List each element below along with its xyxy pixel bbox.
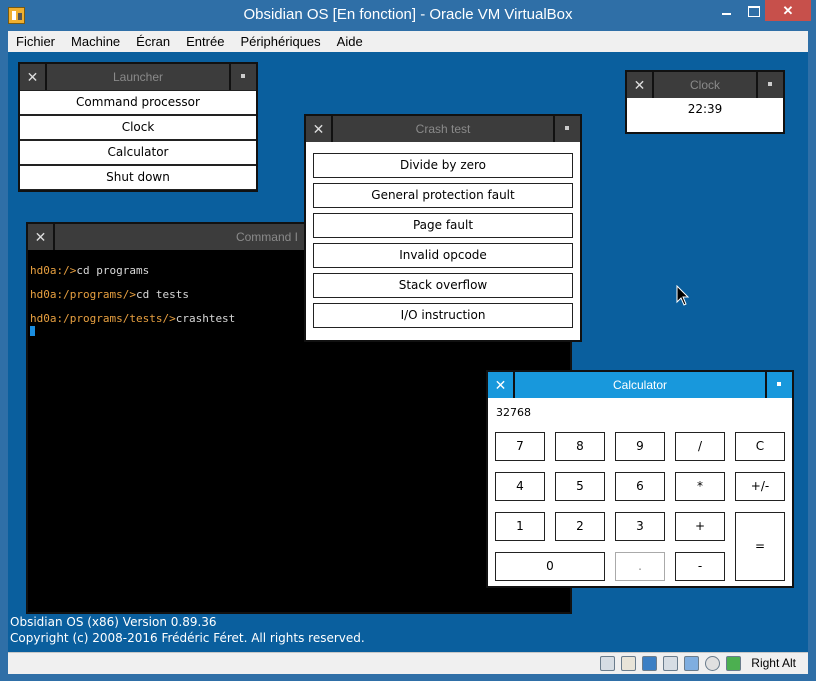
minimize-button[interactable] [712,0,740,21]
calc-key-add[interactable]: + [675,512,725,541]
launcher-title: Launcher [112,70,164,84]
launcher-window: ✕ Launcher Command processor Clock Calcu… [18,62,258,192]
io-instruction-button[interactable]: I/O instruction [313,303,573,328]
console-line: hd0a:/programs/>cd tests [30,288,189,301]
clock-title: Clock [689,78,720,92]
copyright: Copyright (c) 2008-2016 Frédéric Féret. … [10,631,365,645]
calc-key-0[interactable]: 0 [495,552,605,581]
calculator-display: 32768 [496,406,531,419]
calc-key-2[interactable]: 2 [555,512,605,541]
calc-key-1[interactable]: 1 [495,512,545,541]
menu-machine[interactable]: Machine [63,31,128,52]
virtualbox-window: Obsidian OS [En fonction] - Oracle VM Vi… [0,0,816,681]
stack-overflow-button[interactable]: Stack overflow [313,273,573,298]
os-version: Obsidian OS (x86) Version 0.89.36 [10,615,217,629]
display-icon[interactable] [642,656,657,671]
calc-key-negate[interactable]: +/- [735,472,785,501]
host-status-bar: Right Alt [8,652,808,674]
clock-close-icon[interactable]: ✕ [627,72,654,98]
calc-key-8[interactable]: 8 [555,432,605,461]
page-fault-button[interactable]: Page fault [313,213,573,238]
calculator-window: ✕ Calculator 32768 7 8 9 / C 4 5 6 * +/-… [486,370,794,588]
console-prompt: hd0a:/programs/> [30,288,136,301]
menu-fichier[interactable]: Fichier [8,31,63,52]
optical-drive-icon[interactable] [705,656,720,671]
launcher-item-clock[interactable]: Clock [20,115,256,140]
mouse-integration-icon[interactable] [726,656,741,671]
console-line: hd0a:/>cd programs [30,264,149,277]
calc-key-multiply[interactable]: * [675,472,725,501]
launcher-item-calculator[interactable]: Calculator [20,140,256,165]
crash-test-window: ✕ Crash test Divide by zero General prot… [304,114,582,342]
calc-key-9[interactable]: 9 [615,432,665,461]
crash-test-close-icon[interactable]: ✕ [306,116,333,142]
calc-key-clear[interactable]: C [735,432,785,461]
console-command: cd programs [76,264,150,277]
calc-key-5[interactable]: 5 [555,472,605,501]
general-protection-fault-button[interactable]: General protection fault [313,183,573,208]
network-icon[interactable] [663,656,678,671]
console-prompt: hd0a:/programs/tests/> [30,312,176,325]
console-cursor [30,326,35,336]
calc-key-4[interactable]: 4 [495,472,545,501]
shared-folder-icon[interactable] [621,656,636,671]
guest-desktop[interactable]: ✕ Launcher Command processor Clock Calcu… [8,52,808,652]
divide-by-zero-button[interactable]: Divide by zero [313,153,573,178]
clock-title-bar[interactable]: ✕ Clock [627,72,783,98]
clock-minimize-icon[interactable] [756,72,783,98]
calc-key-7[interactable]: 7 [495,432,545,461]
mouse-pointer-icon [676,285,690,306]
close-button[interactable]: ✕ [765,0,811,21]
host-title-bar[interactable]: Obsidian OS [En fonction] - Oracle VM Vi… [0,0,816,31]
host-key-label: Right Alt [751,656,796,670]
console-prompt: hd0a:/> [30,264,77,277]
menu-entree[interactable]: Entrée [178,31,232,52]
console-command: crashtest [175,312,236,325]
launcher-item-shut-down[interactable]: Shut down [20,165,256,190]
calc-key-3[interactable]: 3 [615,512,665,541]
guest-footer: Obsidian OS (x86) Version 0.89.36 Copyri… [10,614,365,646]
menu-ecran[interactable]: Écran [128,31,178,52]
calculator-title: Calculator [612,378,668,392]
host-menu-bar: Fichier Machine Écran Entrée Périphériqu… [8,31,808,52]
usb-icon[interactable] [600,656,615,671]
menu-aide[interactable]: Aide [329,31,371,52]
calculator-close-icon[interactable]: ✕ [488,372,515,398]
calc-key-divide[interactable]: / [675,432,725,461]
crash-test-title: Crash test [415,122,471,136]
clock-time: 22:39 [687,102,723,116]
command-title: Command I [235,230,298,244]
crash-test-title-bar[interactable]: ✕ Crash test [306,116,580,142]
menu-peripheriques[interactable]: Périphériques [232,31,328,52]
launcher-minimize-icon[interactable] [229,64,256,90]
clock-window: ✕ Clock 22:39 [625,70,785,134]
calc-key-decimal[interactable]: . [615,552,665,581]
console-command: cd tests [135,288,189,301]
calc-key-equals[interactable]: = [735,512,785,581]
launcher-title-bar[interactable]: ✕ Launcher [20,64,256,90]
calc-key-6[interactable]: 6 [615,472,665,501]
console-line: hd0a:/programs/tests/>crashtest [30,312,235,325]
calc-key-subtract[interactable]: - [675,552,725,581]
crash-test-minimize-icon[interactable] [553,116,580,142]
command-close-icon[interactable]: ✕ [28,224,55,250]
host-window-title: Obsidian OS [En fonction] - Oracle VM Vi… [243,6,573,23]
calculator-title-bar[interactable]: ✕ Calculator [488,372,792,398]
launcher-close-icon[interactable]: ✕ [20,64,47,90]
calculator-minimize-icon[interactable] [765,372,792,398]
maximize-button[interactable] [740,0,766,21]
video-capture-icon[interactable] [684,656,699,671]
invalid-opcode-button[interactable]: Invalid opcode [313,243,573,268]
launcher-item-command-processor[interactable]: Command processor [20,90,256,115]
